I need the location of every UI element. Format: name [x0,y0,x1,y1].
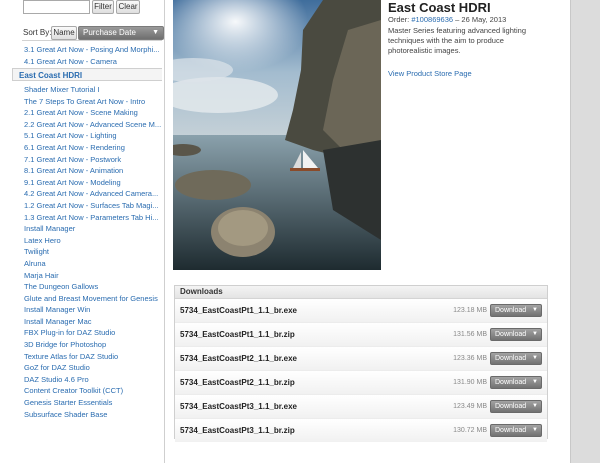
download-button-label: Download [495,331,527,338]
list-item-selected[interactable]: East Coast HDRI [12,68,162,81]
download-row: 5734_EastCoastPt1_1.1_br.exe 123.18 MB Dow… [175,299,547,323]
list-item[interactable]: 9.1 Great Art Now - Modeling [24,177,162,189]
chevron-down-icon: ▼ [532,403,538,409]
downloads-panel: Downloads 5734_EastCoastPt1_1.1_br.exe 12… [174,285,548,442]
download-button[interactable]: Download ▼ [490,328,542,341]
product-photo [173,0,381,270]
list-item[interactable]: 6.1 Great Art Now - Rendering [24,142,162,154]
product-title: East Coast HDRI [388,0,491,15]
download-button-label: Download [495,427,527,434]
list-item[interactable]: Install Manager Mac [24,316,162,328]
download-button[interactable]: Download ▼ [490,376,542,389]
list-item[interactable]: Glute and Breast Movement for Genesis [24,293,162,305]
download-button[interactable]: Download ▼ [490,352,542,365]
download-file-size: 123.18 MB [453,307,487,314]
product-list-top: 3.1 Great Art Now - Posing And Morphi...… [24,44,162,68]
product-description: Master Series featuring advanced lightin… [388,26,526,55]
view-store-page-link[interactable]: View Product Store Page [388,69,472,78]
list-item[interactable]: Latex Hero [24,235,162,247]
list-item[interactable]: Subsurface Shader Base [24,409,162,421]
list-divider [22,40,162,41]
list-item[interactable]: Twilight [24,246,162,258]
search-input[interactable] [23,0,90,14]
list-item[interactable]: Content Creator Toolkit (CCT) [24,385,162,397]
filter-button[interactable]: Filter [92,0,114,14]
downloads-list: 5734_EastCoastPt1_1.1_br.exe 123.18 MB Dow… [175,299,547,442]
list-item[interactable]: DAZ Studio 4.6 Pro [24,374,162,386]
list-item[interactable]: 1.2 Great Art Now - Surfaces Tab Magi... [24,200,162,212]
list-item[interactable]: 2.1 Great Art Now - Scene Making [24,107,162,119]
download-button-label: Download [495,379,527,386]
list-item[interactable]: Shader Mixer Tutorial I [24,84,162,96]
list-item[interactable]: Marja Hair [24,270,162,282]
list-item[interactable]: 2.2 Great Art Now - Advanced Scene M... [24,119,162,131]
download-file-name: 5734_EastCoastPt1_1.1_br.exe [180,306,297,315]
product-list: Shader Mixer Tutorial I The 7 Steps To Gr… [24,84,162,420]
download-file-name: 5734_EastCoastPt2_1.1_br.zip [180,378,295,387]
list-item[interactable]: Texture Atlas for DAZ Studio [24,351,162,363]
download-button[interactable]: Download ▼ [490,304,542,317]
list-item[interactable]: 3.1 Great Art Now - Posing And Morphi... [24,44,162,56]
product-image [173,0,381,270]
download-button[interactable]: Download ▼ [490,424,542,437]
download-file-name: 5734_EastCoastPt1_1.1_br.zip [180,330,295,339]
list-item[interactable]: Install Manager [24,223,162,235]
chevron-down-icon: ▼ [532,427,538,433]
list-item[interactable]: 5.1 Great Art Now - Lighting [24,130,162,142]
download-file-size: 131.90 MB [453,379,487,386]
download-button-label: Download [495,403,527,410]
downloads-header: Downloads [175,286,547,299]
list-item[interactable]: The Dungeon Gallows [24,281,162,293]
list-item[interactable]: The 7 Steps To Great Art Now - Intro [24,96,162,108]
download-file-size: 123.49 MB [453,403,487,410]
download-row: 5734_EastCoastPt3_1.1_br.zip 130.72 MB Dow… [175,419,547,442]
list-item[interactable]: 4.2 Great Art Now - Advanced Camera... [24,188,162,200]
list-item[interactable]: 4.1 Great Art Now - Camera [24,56,162,68]
order-date: – 26 May, 2013 [453,15,507,24]
chevron-down-icon: ▼ [532,355,538,361]
download-button-label: Download [495,355,527,362]
sort-date-label: Purchase Date [83,28,136,37]
list-item[interactable]: Alruna [24,258,162,270]
sort-name-button[interactable]: Name [51,26,77,40]
order-number-link[interactable]: #100869636 [411,15,453,24]
chevron-down-icon: ▼ [532,307,538,313]
chevron-down-icon: ▼ [532,331,538,337]
download-file-size: 131.56 MB [453,331,487,338]
download-file-name: 5734_EastCoastPt3_1.1_br.exe [180,402,297,411]
list-item[interactable]: Install Manager Win [24,304,162,316]
list-item[interactable]: FBX Plug-in for DAZ Studio [24,327,162,339]
download-row: 5734_EastCoastPt3_1.1_br.exe 123.49 MB Dow… [175,395,547,419]
download-button-label: Download [495,307,527,314]
download-row: 5734_EastCoastPt2_1.1_br.zip 131.90 MB Dow… [175,371,547,395]
list-item[interactable]: 3D Bridge for Photoshop [24,339,162,351]
chevron-down-icon: ▼ [152,29,159,36]
list-item[interactable]: Genesis Starter Essentials [24,397,162,409]
order-prefix: Order: [388,15,412,24]
list-item[interactable]: 7.1 Great Art Now - Postwork [24,154,162,166]
download-file-name: 5734_EastCoastPt2_1.1_br.exe [180,354,297,363]
download-button[interactable]: Download ▼ [490,400,542,413]
list-item[interactable]: GoZ for DAZ Studio [24,362,162,374]
list-item[interactable]: 8.1 Great Art Now - Animation [24,165,162,177]
download-row: 5734_EastCoastPt2_1.1_br.exe 123.36 MB Dow… [175,347,547,371]
download-row: 5734_EastCoastPt1_1.1_br.zip 131.56 MB Dow… [175,323,547,347]
download-file-name: 5734_EastCoastPt3_1.1_br.zip [180,426,295,435]
chevron-down-icon: ▼ [532,379,538,385]
right-gutter [570,0,600,463]
list-item[interactable]: 1.3 Great Art Now - Parameters Tab Hi... [24,212,162,224]
order-line: Order: #100869636 – 26 May, 2013 [388,15,506,24]
sidebar-divider [164,0,165,463]
download-file-size: 123.36 MB [453,355,487,362]
sort-date-dropdown[interactable]: Purchase Date ▼ [78,26,164,40]
clear-button[interactable]: Clear [116,0,140,14]
download-file-size: 130.72 MB [453,427,487,434]
sort-label: Sort By: [23,28,52,37]
